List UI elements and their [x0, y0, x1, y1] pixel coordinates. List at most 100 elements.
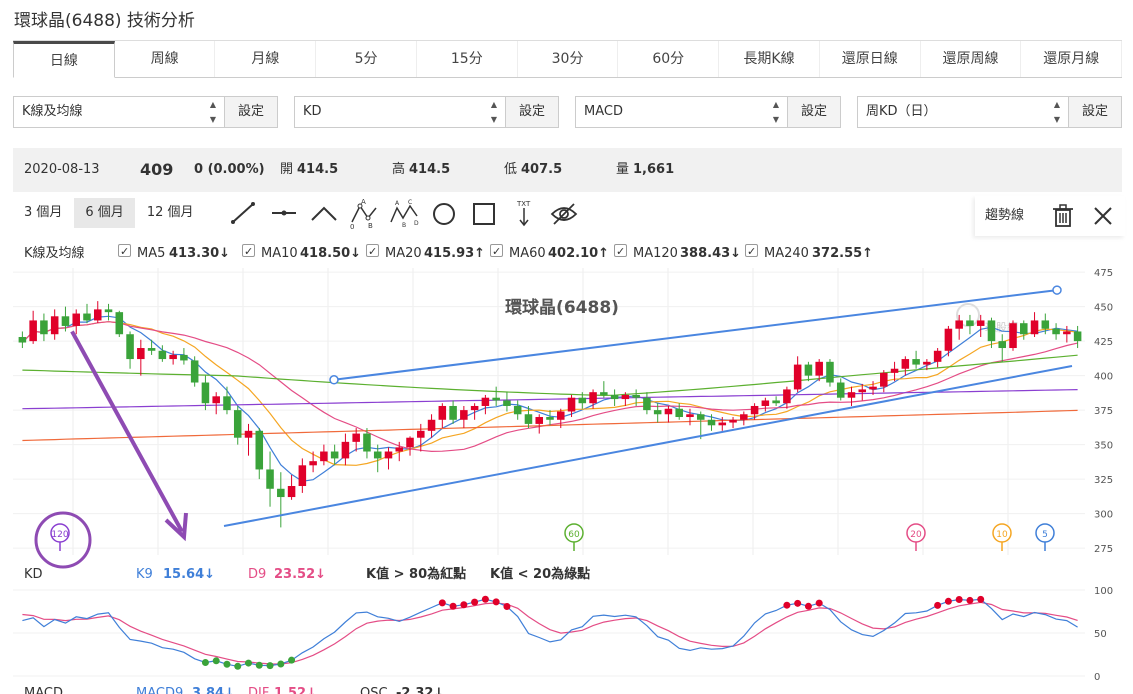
candle-body — [632, 394, 640, 398]
candle-body — [653, 410, 662, 415]
candle-body — [417, 430, 425, 438]
candle-body — [804, 364, 813, 376]
candle-body — [944, 328, 953, 351]
chart-title: 環球晶(6488) — [505, 298, 619, 318]
trendline-lower — [223, 364, 1073, 528]
candle-body — [277, 488, 285, 498]
candle-body — [481, 397, 490, 406]
candle-body — [190, 360, 199, 383]
candle-body — [912, 359, 920, 365]
candle-body — [341, 441, 350, 459]
ma-marker-label: 120 — [51, 530, 68, 540]
kd-red-dot — [460, 601, 468, 609]
candle-body — [1020, 323, 1028, 335]
candle-body — [212, 396, 220, 404]
candle-body — [320, 451, 328, 462]
kd-red-dot — [955, 596, 963, 604]
kd-red-dot — [449, 602, 457, 610]
d9-value: 23.52↓ — [274, 567, 327, 582]
candle-body — [901, 359, 910, 369]
candle-body — [556, 411, 565, 420]
ma-marker-label: 60 — [568, 530, 580, 540]
kd-green-dot — [201, 659, 209, 667]
candle-body — [869, 386, 877, 390]
candle-body — [384, 451, 393, 459]
candle-body — [686, 414, 694, 418]
candle-body — [158, 350, 167, 360]
kd-red-dot — [815, 599, 823, 607]
candle-body — [352, 433, 360, 442]
candle-body — [147, 348, 156, 351]
candle-body — [460, 410, 468, 420]
kd-red-dot — [492, 598, 500, 606]
candle-body — [201, 382, 210, 404]
y-tick-label: 325 — [1094, 475, 1113, 486]
y-tick-label: 350 — [1094, 441, 1113, 452]
candle-body — [438, 405, 447, 420]
candle-body — [83, 313, 91, 321]
kd-red-dot — [977, 595, 985, 603]
y-tick-label: 450 — [1094, 303, 1113, 314]
candle-body — [535, 417, 544, 424]
candle-body — [987, 320, 996, 342]
candle-body — [298, 465, 307, 487]
candle-body — [966, 320, 974, 326]
candle-body — [330, 451, 339, 459]
candle-body — [309, 461, 317, 466]
candle-body — [836, 382, 845, 398]
candle-body — [858, 389, 867, 393]
k9-value: 15.64↓ — [163, 567, 216, 582]
candle-body — [72, 313, 80, 326]
kd-red-dot — [944, 597, 952, 605]
candle-body — [880, 372, 888, 387]
candle-body — [1041, 320, 1050, 329]
candle-body — [406, 437, 414, 448]
candle-body — [1073, 331, 1082, 342]
candle-body — [740, 414, 748, 420]
y-tick-label: 275 — [1094, 544, 1113, 555]
candle-body — [503, 400, 511, 406]
candle-body — [255, 430, 264, 470]
candle-body — [696, 414, 705, 420]
kd-green-dot — [245, 659, 253, 667]
kd-red-dot — [438, 599, 446, 607]
candle-body — [29, 320, 37, 342]
candle-body — [40, 320, 48, 335]
y-tick-label: 425 — [1094, 337, 1113, 348]
kd-red-dot — [503, 602, 511, 610]
candle-body — [783, 389, 791, 404]
candle-body — [621, 394, 630, 400]
kd-title: KD — [24, 567, 43, 582]
kd-green-dot — [277, 660, 285, 668]
candle-body — [93, 309, 102, 321]
y-tick-label: 375 — [1094, 406, 1113, 417]
macd9-label: MACD9 — [136, 686, 184, 694]
osc-label: OSC — [360, 686, 388, 694]
main-candlestick-chart[interactable]: 475450425400375350325300275玩股網環球晶(6488)1… — [0, 0, 1133, 694]
candle-body — [363, 433, 371, 452]
k9-label: K9 — [136, 567, 153, 582]
kd-y-tick: 100 — [1094, 586, 1113, 597]
candle-body — [664, 408, 673, 415]
candle-body — [567, 397, 576, 412]
candle-body — [223, 396, 231, 411]
candle-body — [718, 422, 727, 426]
candle-body — [180, 354, 188, 361]
candle-body — [761, 400, 770, 406]
candle-body — [287, 486, 296, 498]
y-tick-label: 400 — [1094, 372, 1113, 383]
candle-body — [826, 361, 834, 383]
candle-body — [266, 469, 274, 489]
candle-body — [923, 361, 931, 365]
kd-red-dot — [794, 599, 802, 607]
kd-green-dot — [266, 662, 274, 670]
d9-label: D9 — [248, 567, 267, 582]
candle-body — [955, 320, 963, 329]
candle-body — [1030, 320, 1039, 335]
kd-red-dot — [481, 595, 489, 603]
candle-body — [675, 408, 683, 418]
candle-body — [61, 316, 70, 326]
candle-body — [847, 392, 856, 398]
purple-arrow-line — [70, 330, 184, 533]
osc-value: -2.32↓ — [396, 686, 445, 694]
